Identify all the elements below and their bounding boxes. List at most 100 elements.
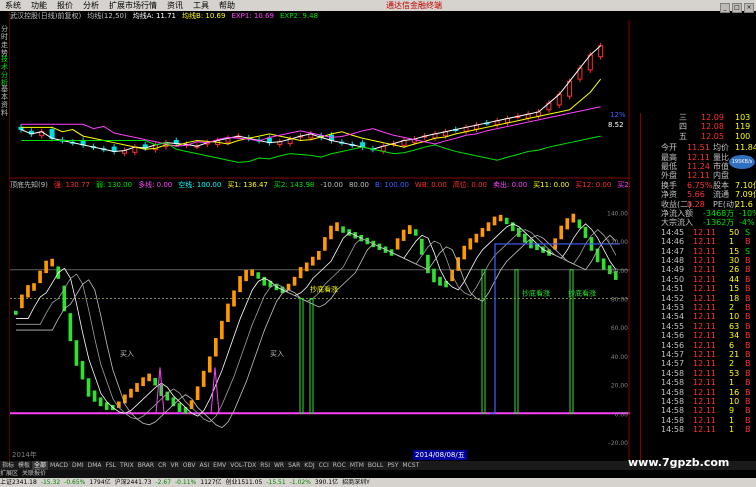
ask-level: 五 — [679, 131, 687, 141]
indicator-tab[interactable]: DMI — [70, 461, 86, 470]
indicator-bar — [317, 251, 321, 260]
flow-label: 大宗流入 — [661, 218, 693, 228]
indicator-tab[interactable]: FSL — [104, 461, 119, 470]
tick-time: 14:58 — [661, 406, 685, 416]
indicator-tab[interactable]: 模板 — [16, 461, 32, 470]
sidebar-tab-fundamentals[interactable]: 基本资料 — [0, 85, 9, 117]
sidebar-tab-technical[interactable]: 技术分析 — [0, 55, 9, 87]
sidebar-tab-timeshare[interactable]: 分时走势 — [0, 25, 9, 57]
tick-volume: 63 — [729, 321, 740, 331]
extension-tab[interactable]: 扩展区 — [0, 470, 18, 477]
indicator-bar — [195, 386, 200, 400]
candle — [277, 138, 283, 148]
indicator-tab[interactable]: OBV — [181, 461, 198, 470]
tick-volume: 15 — [729, 246, 740, 256]
indicator-tab[interactable]: TRIX — [118, 461, 136, 470]
indicator-bar — [147, 373, 151, 382]
ask-level: 三 — [679, 113, 687, 122]
minimize-icon[interactable]: _ — [720, 3, 730, 13]
indicator-bar — [44, 260, 48, 274]
menu-item[interactable]: 分析 — [78, 0, 104, 11]
tick-time: 14:58 — [661, 387, 685, 397]
tick-direction: B — [745, 415, 751, 425]
header-value: 均线(12,50) — [87, 12, 127, 20]
indicator-tab[interactable]: BOLL — [366, 461, 385, 470]
watermark: www.7gpzb.com — [628, 456, 730, 469]
menu-item[interactable]: 工具 — [188, 0, 214, 11]
indicator-tab[interactable]: 全部 — [32, 461, 49, 470]
indicator-tab[interactable]: CR — [156, 461, 168, 470]
indicator-bar — [565, 218, 570, 230]
tick-volume: 1 — [729, 378, 735, 388]
indicator-tab[interactable]: WR — [272, 461, 286, 470]
indicator-tab[interactable]: MACD — [48, 461, 70, 470]
maximize-icon[interactable]: □ — [732, 3, 742, 13]
tick-time: 14:58 — [661, 425, 685, 435]
tick-volume: 18 — [729, 293, 740, 303]
tick-volume: 50 — [729, 227, 740, 237]
header-value: 高位: 0.00 — [452, 181, 487, 189]
flow-row: 净流入额 -3468万 -10% — [643, 209, 756, 218]
indicator-tab[interactable]: VR — [168, 461, 180, 470]
indicator-tab[interactable]: EMV — [211, 461, 228, 470]
tick-price: 12.11 — [693, 368, 716, 378]
indicator-tab[interactable]: MCST — [400, 461, 421, 470]
tick-volume: 2 — [729, 359, 735, 369]
candle — [39, 128, 45, 139]
indicator-header: 顶底先知(9) 强: 130.77 弱: 130.00 多线: 0.00 空线: 100… — [10, 180, 630, 190]
tick-time: 14:58 — [661, 397, 685, 406]
indicator-bar — [413, 229, 418, 236]
indicator-tab[interactable]: RSI — [258, 461, 272, 470]
header-value: B: 100.00 — [375, 181, 409, 189]
tick-volume: 53 — [729, 368, 740, 378]
menu-item[interactable]: 资讯 — [162, 0, 188, 11]
extension-tab[interactable]: 关联报价 — [22, 470, 46, 477]
indicator-tab[interactable]: BRAR — [136, 461, 156, 470]
chart-annotation: 买入 — [120, 350, 134, 358]
header-value: 强: 130.77 — [53, 181, 90, 189]
indicator-bar — [26, 285, 30, 298]
stat-value: 7.10亿 — [735, 180, 756, 190]
menu-item[interactable]: 扩展市场行情 — [104, 0, 162, 11]
menu-item[interactable]: 功能 — [26, 0, 52, 11]
tick-price: 12.11 — [693, 340, 716, 350]
indicator-bar — [213, 338, 218, 357]
price-candlestick-chart[interactable]: 12% 8.52 — [10, 21, 630, 179]
header-value: 买1: 136.47 — [227, 181, 268, 189]
indicator-bar — [153, 377, 158, 386]
stat-value: 11.24 — [687, 162, 710, 171]
indicator-tab[interactable]: PSY — [385, 461, 400, 470]
indicator-bar — [250, 269, 254, 276]
quote-panel: 三 12.09 103 四 12.08 119 五 12.05 100 今开 11.51 均价 11.8… — [640, 113, 756, 461]
indicator-bar — [238, 276, 242, 293]
tick-row: 14:45 12.11 50 S — [643, 228, 756, 237]
stat-label: 流通 — [713, 190, 729, 200]
indicator-bar — [559, 225, 564, 240]
tick-direction: B — [745, 293, 751, 303]
indicator-chart[interactable]: 买入 买入抄底看涨抄底看涨 抄底看涨140.00120.00100.0080.006… — [10, 190, 630, 450]
candle — [132, 144, 138, 156]
indicator-bar — [135, 383, 139, 392]
indicator-tab[interactable]: SAR — [286, 461, 302, 470]
indicator-tab[interactable]: ROC — [331, 461, 348, 470]
stat-label: 量比 — [713, 152, 729, 162]
menu-item[interactable]: 帮助 — [214, 0, 240, 11]
close-icon[interactable]: × — [744, 3, 754, 13]
indicator-tab[interactable]: VOL-TDX — [228, 461, 258, 470]
indicator-tab[interactable]: KDJ — [302, 461, 316, 470]
indicator-tab[interactable]: ASI — [197, 461, 211, 470]
indicator-tab[interactable]: MTM — [348, 461, 366, 470]
menu-item[interactable]: 报价 — [52, 0, 78, 11]
indicator-bar — [462, 245, 467, 260]
tick-volume: 44 — [729, 274, 740, 284]
indicator-bar — [123, 394, 127, 404]
tick-time: 14:52 — [661, 293, 685, 303]
indicator-tab[interactable]: CCI — [317, 461, 331, 470]
chart-annotation: 买入 — [270, 350, 284, 358]
indicator-tab[interactable]: DMA — [86, 461, 104, 470]
candle — [80, 137, 86, 148]
tick-price: 12.11 — [693, 378, 716, 388]
indicator-tab[interactable]: 指标 — [0, 461, 16, 470]
y-tick-label: 40.00 — [611, 354, 628, 361]
menu-item[interactable]: 系统 — [0, 0, 26, 11]
